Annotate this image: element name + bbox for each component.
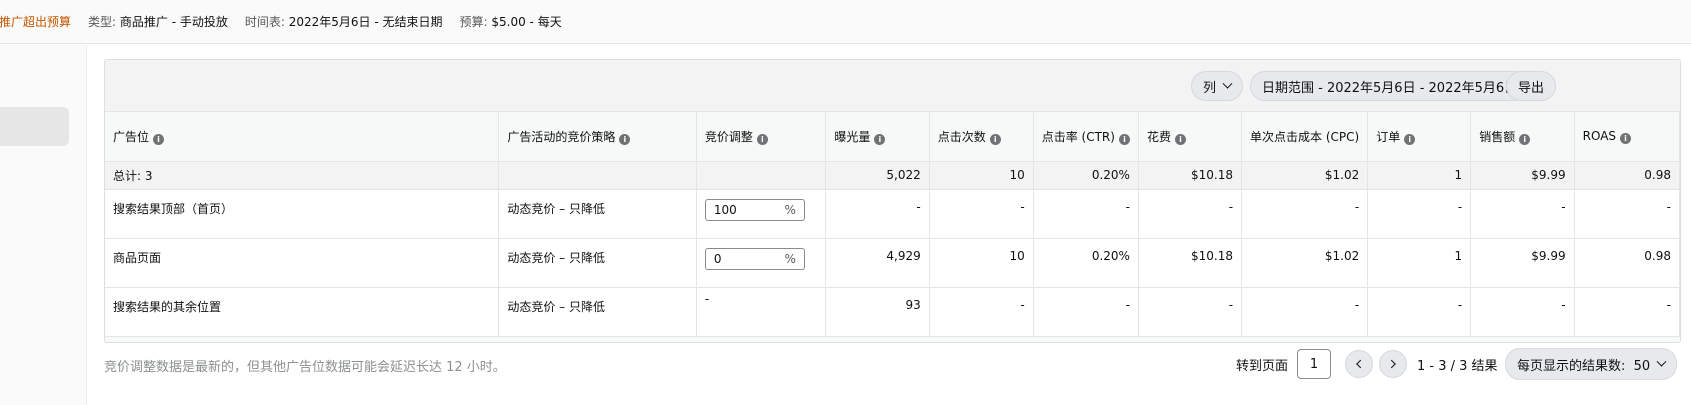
results-per-page-dropdown[interactable]: 每页显示的结果数: 50: [1505, 348, 1678, 380]
placements-panel: 列 日期范围 - 2022年5月6日 - 2022年5月6日 导出 广告位 i 广…: [104, 59, 1681, 343]
table-total-row: 总计: 3 5,022 10 0.20% $10.18 $1.02 1 $9.9…: [105, 161, 1680, 190]
info-icon[interactable]: i: [1118, 133, 1130, 145]
over-budget-warning: 品推广超出预算: [0, 15, 72, 29]
info-icon[interactable]: i: [619, 133, 631, 145]
columns-dropdown[interactable]: 列: [1191, 71, 1244, 101]
table-row: 搜索结果的其余位置 动态竞价 – 只降低 - 93 - - - - - - -: [105, 287, 1680, 337]
campaign-type: 类型: 商品推广 - 手动投放: [88, 15, 228, 29]
sidebar: [0, 45, 87, 405]
pagination: 转到页面 1 1 - 3 / 3 结果: [1236, 348, 1498, 380]
table-toolbar: 列 日期范围 - 2022年5月6日 - 2022年5月6日 导出: [105, 60, 1680, 112]
chevron-down-icon: [1656, 356, 1667, 367]
column-header-bid-adjustment[interactable]: 竞价调整 i: [696, 112, 827, 162]
column-header-bid-strategy[interactable]: 广告活动的竞价策略 i: [498, 112, 697, 162]
column-header-cpc[interactable]: 单次点击成本 (CPC): [1241, 112, 1369, 162]
table-row: 搜索结果顶部（首页） 动态竞价 – 只降低 100% - - - - - - -…: [105, 189, 1680, 239]
export-button[interactable]: 导出: [1506, 71, 1557, 101]
info-icon[interactable]: i: [1404, 133, 1416, 145]
goto-page-label: 转到页面: [1236, 358, 1289, 374]
column-header-clicks[interactable]: 点击次数 i: [929, 112, 1034, 162]
chevron-down-icon: [1222, 78, 1233, 89]
info-icon[interactable]: i: [1519, 133, 1531, 145]
previous-page-button[interactable]: [1345, 350, 1374, 378]
data-delay-note: 竞价调整数据是最新的，但其他广告位数据可能会延迟长达 12 小时。: [104, 360, 506, 375]
column-header-sales[interactable]: 销售额 i: [1470, 112, 1575, 162]
campaign-budget: 预算: $5.00 - 每天: [459, 15, 562, 29]
campaign-summary-bar: 品推广超出预算 类型: 商品推广 - 手动投放 时间表: 2022年5月6日 -…: [0, 0, 1691, 44]
table-header-row: 广告位 i 广告活动的竞价策略 i 竞价调整 i 曝光量 i 点击次数 i 点击率 (CT…: [105, 112, 1680, 162]
chevron-right-icon: [1387, 359, 1396, 369]
column-header-impressions[interactable]: 曝光量 i: [825, 112, 930, 162]
bid-adjustment-input[interactable]: 100%: [704, 198, 805, 221]
info-icon[interactable]: i: [874, 133, 886, 145]
column-header-roas[interactable]: ROAS i: [1574, 112, 1680, 162]
info-icon[interactable]: i: [989, 133, 1001, 145]
chevron-left-icon: [1356, 359, 1365, 369]
bid-adjustment-value: -: [696, 287, 827, 337]
next-page-button[interactable]: [1379, 350, 1408, 378]
info-icon[interactable]: i: [1174, 133, 1186, 145]
bid-adjustment-input[interactable]: 0%: [704, 247, 805, 270]
result-range: 1 - 3 / 3 结果: [1417, 358, 1498, 374]
info-icon[interactable]: i: [756, 133, 768, 145]
table-row: 商品页面 动态竞价 – 只降低 0% 4,929 10 0.20% $10.18…: [105, 238, 1680, 288]
placements-table: 广告位 i 广告活动的竞价策略 i 竞价调整 i 曝光量 i 点击次数 i 点击率 (CT…: [105, 112, 1680, 337]
info-icon[interactable]: i: [153, 133, 165, 145]
column-header-ctr[interactable]: 点击率 (CTR) i: [1033, 112, 1139, 162]
page-number-input[interactable]: 1: [1297, 349, 1332, 379]
column-header-placement[interactable]: 广告位 i: [105, 112, 500, 162]
info-icon[interactable]: i: [1620, 132, 1632, 144]
campaign-schedule: 时间表: 2022年5月6日 - 无结束日期: [244, 15, 443, 29]
column-header-orders[interactable]: 订单 i: [1367, 112, 1472, 162]
date-range-button[interactable]: 日期范围 - 2022年5月6日 - 2022年5月6日: [1250, 71, 1530, 101]
sidebar-item-active[interactable]: [0, 107, 69, 146]
column-header-spend[interactable]: 花费 i: [1138, 112, 1243, 162]
